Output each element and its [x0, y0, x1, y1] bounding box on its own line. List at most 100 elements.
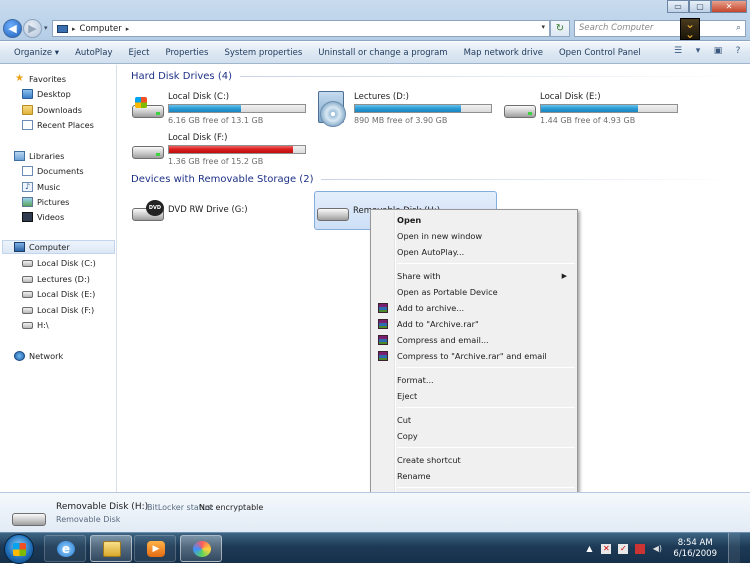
download-overlay-icon[interactable]: ⌄ ⌄	[680, 18, 700, 40]
menu-item-open-in-new-window[interactable]: Open in new window	[373, 228, 575, 244]
menu-item-open[interactable]: Open	[373, 212, 575, 228]
media-player-icon: ▶	[147, 541, 165, 557]
organize-button[interactable]: Organize ▾	[6, 48, 67, 58]
nav-item-videos[interactable]: Videos	[22, 210, 64, 224]
search-icon[interactable]: ⌕	[736, 21, 741, 36]
nav-item-h-drive[interactable]: H:\	[22, 318, 49, 332]
menu-item-cut[interactable]: Cut	[373, 412, 575, 428]
nav-item-downloads[interactable]: Downloads	[22, 103, 82, 117]
uninstall-program-button[interactable]: Uninstall or change a program	[310, 48, 455, 58]
videos-icon	[22, 212, 33, 222]
menu-item-label: Share with	[397, 271, 441, 281]
menu-item-format[interactable]: Format...	[373, 372, 575, 388]
menu-separator	[397, 263, 575, 264]
map-network-drive-button[interactable]: Map network drive	[456, 48, 551, 58]
nav-item-local-disk-c[interactable]: Local Disk (C:)	[22, 256, 96, 270]
nav-network[interactable]: Network	[14, 349, 63, 363]
drive-name: Local Disk (E:)	[540, 92, 601, 102]
menu-item-open-autoplay[interactable]: Open AutoPlay...	[373, 244, 575, 260]
menu-item-add-to-archive[interactable]: Add to archive...	[373, 300, 575, 316]
nav-item-recent-places[interactable]: Recent Places	[22, 118, 94, 132]
menu-item-label: Add to archive...	[397, 303, 465, 313]
nav-item-local-disk-f[interactable]: Local Disk (F:)	[22, 303, 94, 317]
recent-pages-dropdown[interactable]: ▾	[44, 24, 48, 32]
view-dropdown-icon[interactable]: ▾	[692, 46, 704, 58]
start-button[interactable]	[4, 534, 34, 564]
menu-item-share-with[interactable]: Share with ▶	[373, 268, 575, 284]
volume-icon[interactable]: ◀)	[652, 544, 662, 554]
preview-pane-icon[interactable]: ▣	[712, 46, 724, 58]
nav-libraries[interactable]: Libraries	[14, 149, 64, 163]
drive-local-disk-c[interactable]: Local Disk (C:) 6.16 GB free of 13.1 GB	[130, 89, 310, 127]
drive-name: Local Disk (F:)	[168, 133, 228, 143]
show-hidden-icons-icon[interactable]: ▲	[584, 544, 594, 554]
arrow-left-icon: ◀	[8, 22, 17, 35]
nav-item-local-disk-e[interactable]: Local Disk (E:)	[22, 287, 95, 301]
clock-time: 8:54 AM	[677, 537, 713, 548]
show-desktop-button[interactable]	[728, 533, 740, 564]
action-center-icon[interactable]: ✕	[601, 543, 612, 554]
search-input[interactable]: Search Computer ⌕	[574, 20, 746, 37]
breadcrumb-chevron-icon[interactable]: ▸	[72, 25, 76, 33]
autoplay-button[interactable]: AutoPlay	[67, 48, 120, 58]
minimize-button[interactable]: ▭	[667, 0, 689, 13]
clock[interactable]: 8:54 AM 6/16/2009	[669, 538, 721, 560]
menu-item-add-to-archive-rar[interactable]: Add to "Archive.rar"	[373, 316, 575, 332]
taskbar-windows-explorer[interactable]	[90, 535, 132, 562]
help-icon[interactable]: ?	[732, 46, 744, 58]
nav-label: Computer	[29, 242, 70, 252]
winrar-icon	[378, 303, 388, 313]
maximize-button[interactable]: ▢	[689, 0, 711, 13]
nav-label: Documents	[37, 166, 84, 176]
drive-usage-bar	[168, 145, 306, 154]
forward-button[interactable]: ▶	[23, 19, 42, 38]
menu-item-open-as-portable-device[interactable]: Open as Portable Device	[373, 284, 575, 300]
menu-item-eject[interactable]: Eject	[373, 388, 575, 404]
safely-remove-hardware-icon[interactable]: ✓	[618, 543, 629, 554]
nav-item-pictures[interactable]: Pictures	[22, 195, 69, 209]
menu-separator	[397, 367, 575, 368]
menu-item-create-shortcut[interactable]: Create shortcut	[373, 452, 575, 468]
drive-free-space: 890 MB free of 3.90 GB	[354, 116, 448, 125]
menu-item-label: Open AutoPlay...	[397, 247, 465, 257]
taskbar-windows-media-player[interactable]: ▶	[134, 535, 176, 562]
close-button[interactable]: ✕	[711, 0, 747, 13]
eject-button[interactable]: Eject	[121, 48, 158, 58]
nav-item-lectures-d[interactable]: Lectures (D:)	[22, 272, 90, 286]
menu-item-rename[interactable]: Rename	[373, 468, 575, 484]
nav-label: Desktop	[37, 89, 71, 99]
menu-item-compress-and-email[interactable]: Compress and email...	[373, 332, 575, 348]
drive-local-disk-f[interactable]: Local Disk (F:) 1.36 GB free of 15.2 GB	[130, 130, 310, 168]
computer-icon	[14, 242, 25, 252]
nav-item-music[interactable]: ♪ Music	[22, 180, 60, 194]
nav-label: Local Disk (F:)	[37, 305, 95, 315]
refresh-button[interactable]: ↻	[550, 20, 570, 37]
drive-local-disk-e[interactable]: Local Disk (E:) 1.44 GB free of 4.93 GB	[502, 89, 682, 127]
breadcrumb-computer[interactable]: Computer	[80, 24, 122, 34]
address-dropdown-icon[interactable]: ▾	[541, 23, 545, 31]
nav-item-documents[interactable]: Documents	[22, 164, 84, 178]
nav-favorites[interactable]: ★ Favorites	[14, 72, 66, 86]
breadcrumb-chevron-icon[interactable]: ▸	[126, 25, 130, 33]
views-icon[interactable]: ☰	[672, 46, 684, 58]
properties-button[interactable]: Properties	[158, 48, 217, 58]
drive-free-space: 6.16 GB free of 13.1 GB	[168, 116, 264, 125]
group-header-removable-storage[interactable]: Devices with Removable Storage (2)	[131, 174, 741, 185]
menu-item-compress-to-archive-rar-and-email[interactable]: Compress to "Archive.rar" and email	[373, 348, 575, 364]
back-button[interactable]: ◀	[3, 19, 22, 38]
nav-item-desktop[interactable]: Desktop	[22, 87, 71, 101]
taskbar-paint[interactable]	[180, 535, 222, 562]
nav-computer[interactable]: Computer	[2, 240, 115, 254]
drive-lectures-d[interactable]: Lectures (D:) 890 MB free of 3.90 GB	[316, 89, 496, 127]
group-header-hard-disk-drives[interactable]: Hard Disk Drives (4)	[131, 71, 741, 82]
winrar-icon	[378, 319, 388, 329]
menu-item-label: Open as Portable Device	[397, 287, 498, 297]
open-control-panel-button[interactable]: Open Control Panel	[551, 48, 649, 58]
taskbar-internet-explorer[interactable]: e	[44, 535, 86, 562]
address-bar[interactable]: ▸ Computer ▸ ▾	[52, 20, 550, 37]
network-status-icon[interactable]	[635, 543, 646, 554]
menu-item-copy[interactable]: Copy	[373, 428, 575, 444]
system-properties-button[interactable]: System properties	[216, 48, 310, 58]
hard-drive-icon	[132, 138, 164, 162]
drive-dvd-rw-g[interactable]: DVD DVD RW Drive (G:)	[130, 192, 310, 230]
